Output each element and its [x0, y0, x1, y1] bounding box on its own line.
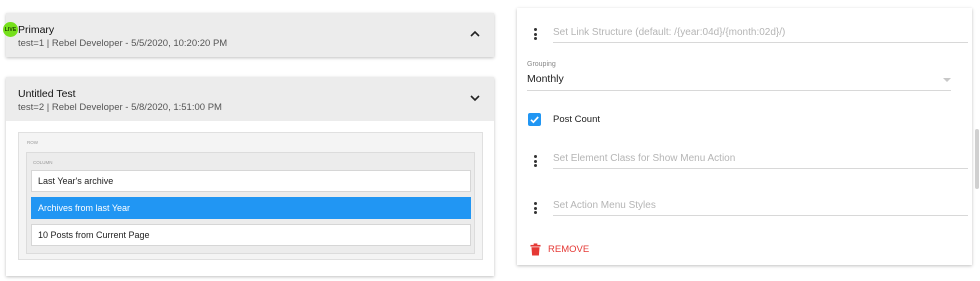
test-subtitle: test=2 | Rebel Developer - 5/8/2020, 1:5… — [18, 102, 222, 113]
test-title: Primary — [18, 24, 55, 36]
chevron-down-icon[interactable] — [468, 91, 482, 105]
more-vert-icon[interactable] — [532, 201, 538, 215]
test-card-untitled: Untitled Test test=2 | Rebel Developer -… — [6, 77, 494, 276]
dropdown-caret-icon — [943, 78, 951, 82]
action-menu-styles-input[interactable] — [553, 196, 968, 216]
grouping-label: Grouping — [527, 61, 556, 68]
list-item[interactable]: 10 Posts from Current Page — [31, 224, 471, 246]
list-item[interactable]: Last Year's archive — [31, 170, 471, 192]
row-container[interactable]: ROW COLUMN Last Year's archive Archives … — [18, 132, 483, 260]
live-badge: LIVE — [3, 22, 18, 37]
link-structure-input[interactable] — [553, 23, 968, 43]
more-vert-icon[interactable] — [532, 27, 538, 41]
check-icon — [530, 116, 539, 124]
scrollbar[interactable] — [975, 129, 979, 189]
test-card-header[interactable]: Untitled Test test=2 | Rebel Developer -… — [6, 77, 494, 121]
post-count-label: Post Count — [553, 114, 600, 125]
list-item-selected[interactable]: Archives from last Year — [31, 197, 471, 219]
more-vert-icon[interactable] — [532, 154, 538, 168]
element-class-input[interactable] — [553, 149, 968, 169]
row-label: ROW — [27, 140, 38, 145]
grouping-select[interactable]: Monthly — [527, 71, 951, 91]
remove-label: REMOVE — [548, 243, 590, 255]
remove-button[interactable]: REMOVE — [530, 242, 589, 256]
column-container[interactable]: COLUMN Last Year's archive Archives from… — [26, 152, 475, 254]
post-count-checkbox[interactable] — [528, 113, 541, 126]
trash-icon — [530, 242, 541, 256]
test-subtitle: test=1 | Rebel Developer - 5/5/2020, 10:… — [18, 38, 228, 49]
grouping-value: Monthly — [527, 73, 564, 85]
column-label: COLUMN — [33, 160, 53, 165]
test-card-header[interactable]: LIVE Primary test=1 | Rebel Developer - … — [3, 13, 494, 57]
settings-panel: Grouping Monthly Post Count REMOVE — [517, 8, 972, 265]
test-card-primary: LIVE Primary test=1 | Rebel Developer - … — [3, 13, 494, 57]
chevron-up-icon[interactable] — [468, 27, 482, 41]
test-title: Untitled Test — [18, 88, 76, 100]
